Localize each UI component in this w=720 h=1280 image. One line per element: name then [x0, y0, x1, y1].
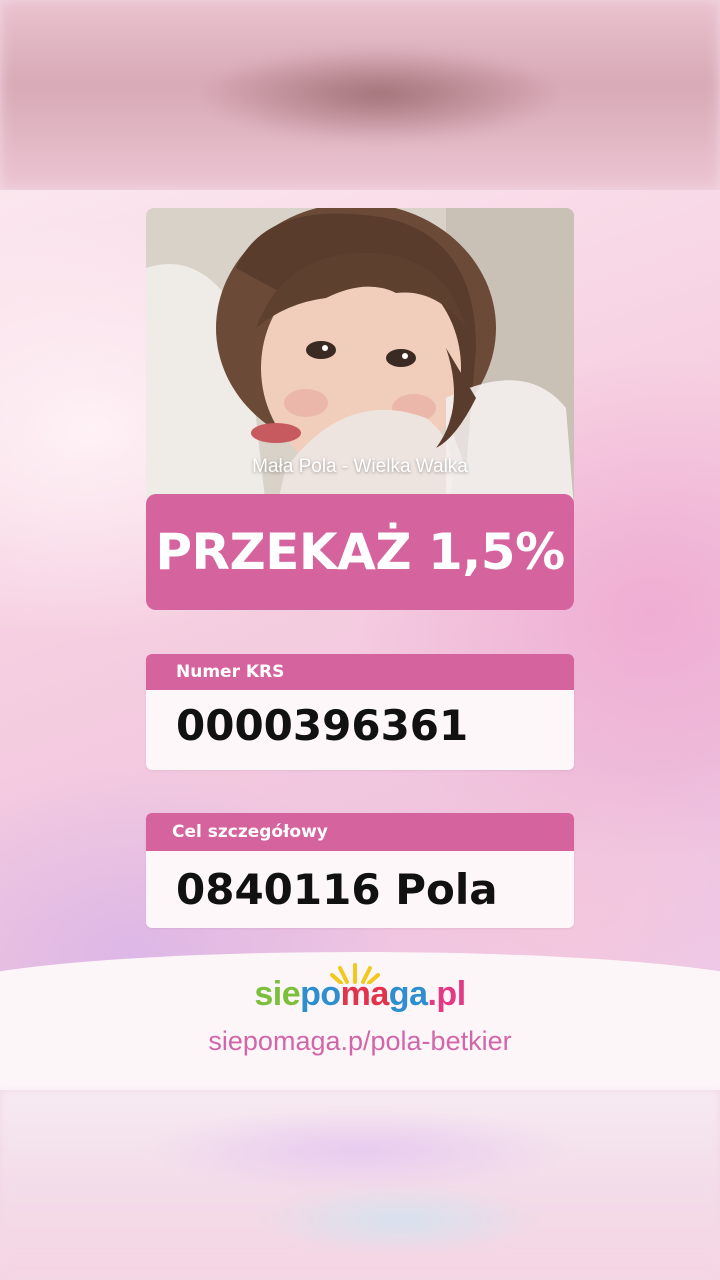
blurred-background-bottom — [0, 1090, 720, 1280]
goal-value: 0840116 Pola — [176, 865, 498, 914]
donate-cta-banner[interactable]: PRZEKAŻ 1,5% — [146, 494, 574, 610]
krs-value: 0000396361 — [176, 701, 469, 750]
fundraiser-url-link[interactable]: siepomaga.p/pola-betkier — [0, 1026, 720, 1057]
photo-caption: Mała Pola - Wielka Walka — [252, 456, 468, 477]
logo-part-pl: .pl — [427, 975, 466, 1013]
logo-part-po: po — [300, 975, 341, 1013]
logo-part-ga: ga — [388, 975, 428, 1013]
child-photo: Mała Pola - Wielka Walka — [146, 208, 574, 508]
goal-label: Cel szczegółowy — [146, 813, 574, 851]
siepomaga-logo[interactable]: siepomaga.pl — [0, 975, 720, 1014]
donate-cta-label: PRZEKAŻ 1,5% — [155, 523, 565, 581]
post-card: Mała Pola - Wielka Walka PRZEKAŻ 1,5% Nu… — [0, 190, 720, 1090]
logo-part-ma: ma — [340, 975, 390, 1013]
logo-part-sie: sie — [254, 975, 301, 1013]
goal-box: Cel szczegółowy 0840116 Pola — [146, 813, 574, 928]
krs-label: Numer KRS — [146, 654, 574, 690]
krs-number-box: Numer KRS 0000396361 — [146, 654, 574, 770]
blurred-background-top — [0, 0, 720, 190]
